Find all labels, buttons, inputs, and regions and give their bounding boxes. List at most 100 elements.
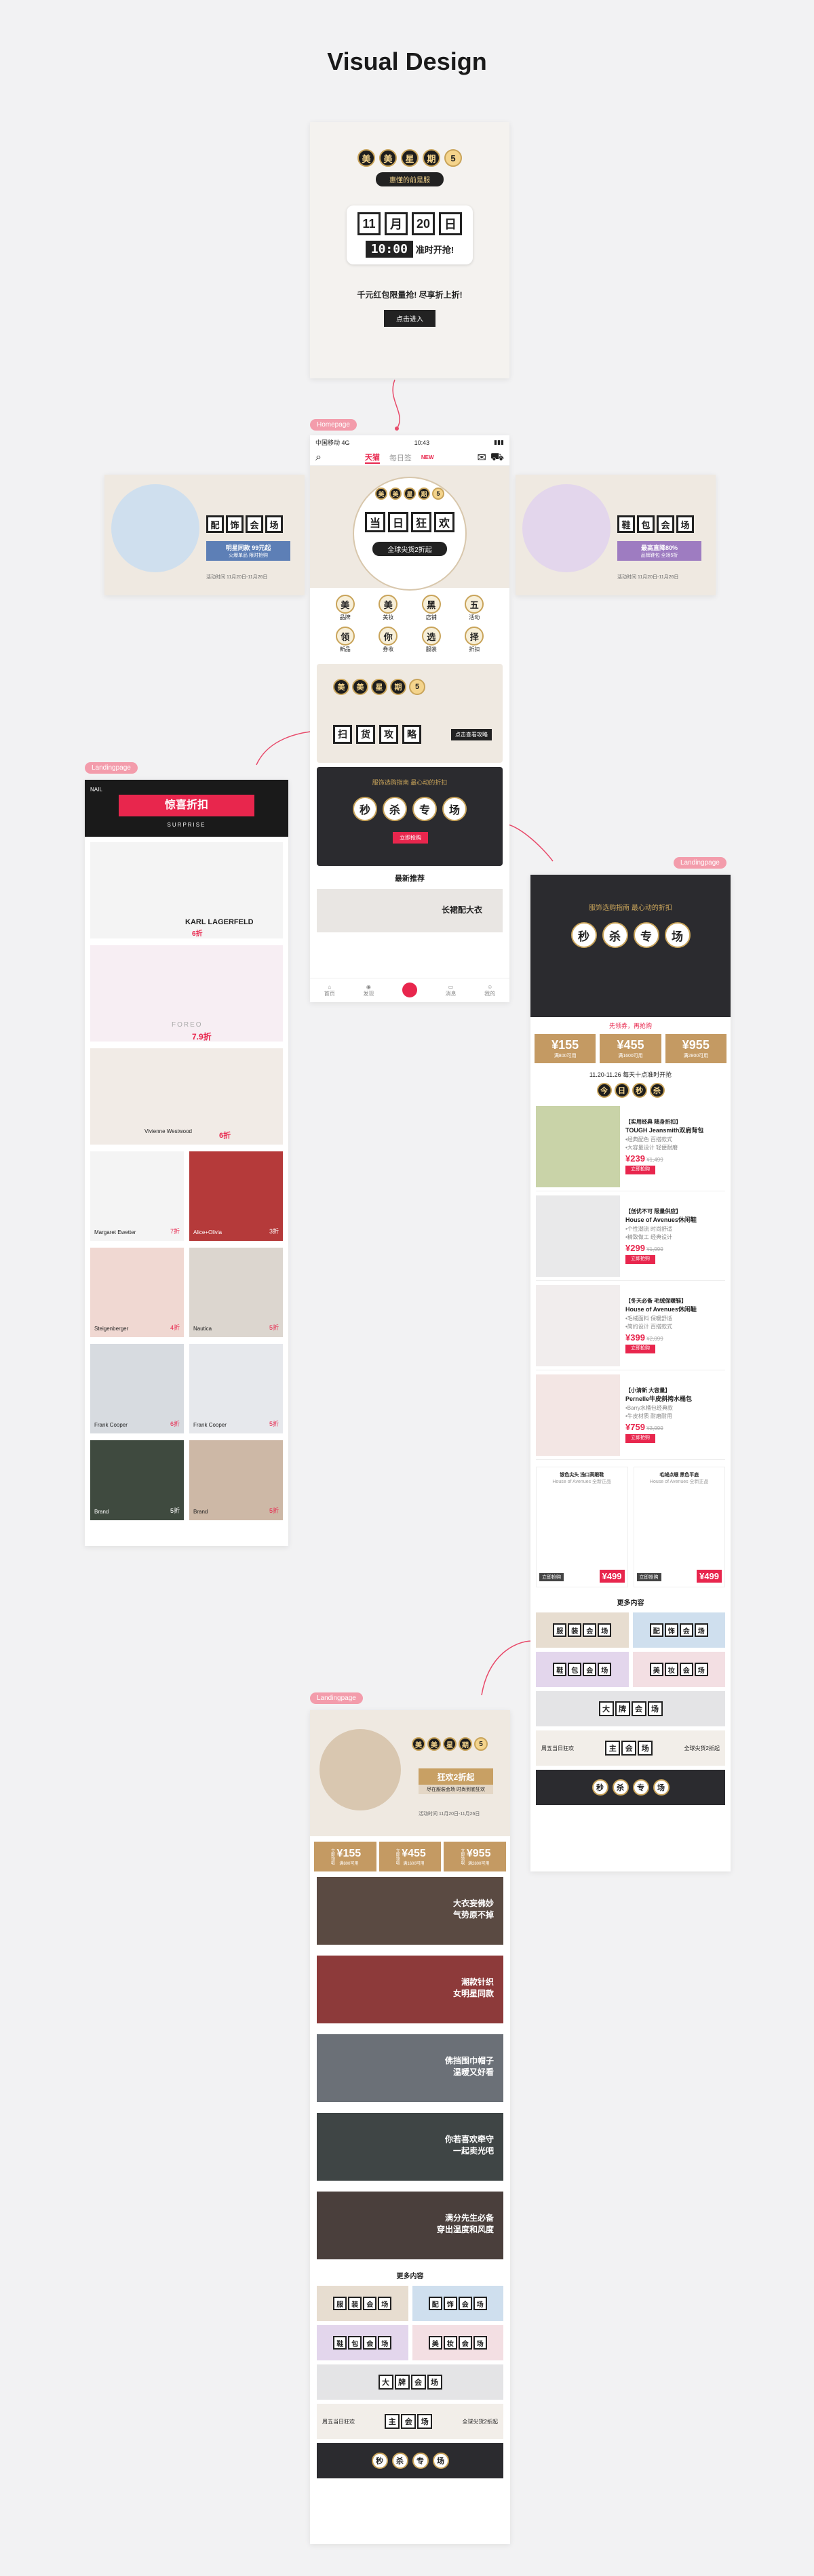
tab-daily[interactable]: 每日签 bbox=[389, 452, 412, 463]
coin: 5 bbox=[444, 149, 462, 167]
search-icon[interactable]: ⌕ bbox=[315, 452, 322, 464]
home-grid: 美品牌 美美妆 黑店铺 五活动 领新品 你券收 选服装 择折扣 bbox=[310, 588, 509, 660]
buy-button[interactable]: 立即抢购 bbox=[539, 1573, 564, 1581]
strategy-button[interactable]: 点击查看攻略 bbox=[451, 729, 492, 740]
brand-card[interactable]: Frank Cooper 6折 bbox=[90, 1344, 184, 1433]
coupon-row: ¥155 满800可用 ¥455 满1600可用 ¥955 满2800可用 bbox=[530, 1030, 731, 1067]
carrier: 中国移动 4G bbox=[315, 439, 350, 446]
nav-message[interactable]: ▭ 消息 bbox=[446, 984, 457, 997]
venue-card[interactable]: 鞋包会场 bbox=[317, 2325, 408, 2360]
feature-card[interactable]: 你若喜欢牵守 一起卖光吧 bbox=[317, 2113, 503, 2181]
cart-icon[interactable]: ⛟ bbox=[490, 451, 504, 464]
grid-item[interactable]: 你券收 bbox=[367, 627, 410, 653]
discount-sub: SURPRISE bbox=[167, 822, 206, 828]
buy-button[interactable]: 立即抢购 bbox=[636, 1573, 661, 1581]
coupon[interactable]: 立即领取 ¥155 满800可用 bbox=[314, 1842, 376, 1871]
coupon[interactable]: 立即领取 ¥955 满2800可用 bbox=[444, 1842, 507, 1871]
discount-header: NAIL 惊喜折扣 SURPRISE bbox=[85, 780, 288, 837]
coin: 秒 bbox=[570, 922, 597, 948]
feature-card[interactable]: 潮款针织 女明星同款 bbox=[317, 1956, 503, 2023]
coin: 杀 bbox=[383, 797, 407, 821]
brand-card[interactable]: Alice+Olivia 3折 bbox=[189, 1151, 283, 1241]
nav-discover[interactable]: ◉ 发现 bbox=[363, 984, 374, 997]
grid-item[interactable]: 五活动 bbox=[453, 595, 497, 621]
nav-me[interactable]: ☺ 我的 bbox=[484, 984, 495, 997]
brand-card[interactable]: Margaret Ewetter 7折 bbox=[90, 1151, 184, 1241]
homepage-tag: Homepage bbox=[310, 419, 357, 431]
accessories-banner[interactable]: 配 饰 会 场 明星同款 99元起 火爆单品 限时抢购 活动时间 11月20日-1… bbox=[104, 475, 305, 595]
product-card[interactable]: 毛绒点缀 黑色平底 House of Avenues 全新正品 ¥499 立即抢… bbox=[633, 1467, 725, 1587]
nav-home[interactable]: ⌂ 首页 bbox=[324, 984, 335, 997]
tile: 略 bbox=[402, 725, 421, 744]
more-grid: 服装会场 配饰会场 鞋包会场 美妆会场 bbox=[536, 1612, 725, 1687]
grid-item[interactable]: 选服装 bbox=[410, 627, 453, 653]
product-item[interactable]: 【冬天必备 毛绒保暖鞋】 House of Avenues休闲鞋 •毛绒面料 保… bbox=[536, 1281, 725, 1370]
venue-card[interactable]: 服装会场 bbox=[317, 2286, 408, 2321]
shoes-bags-banner[interactable]: 鞋 包 会 场 最高直降80% 品牌鞋包 全场5折 活动时间 11月20日-11月… bbox=[516, 475, 716, 595]
feature-card[interactable]: 佛挡围巾帽子 温暖又好看 bbox=[317, 2034, 503, 2102]
venue-card[interactable]: 美妆会场 bbox=[632, 1652, 725, 1687]
coupon-note: 先领券，再抢购 bbox=[608, 1023, 652, 1029]
message-icon[interactable]: ✉ bbox=[477, 451, 486, 464]
buy-button[interactable]: 立即抢购 bbox=[625, 1166, 655, 1174]
brand-card[interactable]: KARL LAGERFELD 6折 bbox=[90, 842, 283, 938]
coupon[interactable]: ¥155 满800可用 bbox=[535, 1034, 596, 1063]
apparel-coupons: 立即领取 ¥155 满800可用 立即领取 ¥455 满1600可用 立即领取 ¥955 满… bbox=[310, 1836, 510, 1877]
brand-card[interactable]: Frank Cooper 5折 bbox=[189, 1344, 283, 1433]
rec-card[interactable]: 长裙配大衣 bbox=[317, 889, 503, 932]
grid-item[interactable]: 黑店铺 bbox=[410, 595, 453, 621]
venue-card[interactable]: 配饰会场 bbox=[412, 2286, 503, 2321]
brand-card[interactable]: Nautica 5折 bbox=[189, 1248, 283, 1337]
coupon[interactable]: 立即领取 ¥455 满1600可用 bbox=[379, 1842, 442, 1871]
feature-card[interactable]: 满分先生必备 穿出温度和风度 bbox=[317, 2192, 503, 2259]
venue-card[interactable]: 大牌会场 bbox=[317, 2364, 503, 2400]
tile: 场 bbox=[676, 515, 694, 533]
venue-card[interactable]: 大牌会场 bbox=[536, 1691, 725, 1726]
coupon[interactable]: ¥455 满1600可用 bbox=[600, 1034, 661, 1063]
buy-button[interactable]: 立即抢购 bbox=[625, 1434, 655, 1443]
status-bar: 中国移动 4G 10:43 ▮▮▮ bbox=[310, 435, 509, 450]
apparel-hero: 美 美 星 期 5 狂欢2折起 尽在服装会场 时尚到底狂欢 活动时间 11月20… bbox=[310, 1710, 510, 1836]
venue-card[interactable]: 周五当日狂欢主会场全球尖货2折起 bbox=[536, 1730, 725, 1766]
brand-card[interactable]: Brand 5折 bbox=[90, 1440, 184, 1520]
coin: 美 bbox=[357, 149, 375, 167]
hero-tile: 狂 bbox=[411, 512, 431, 532]
flash-sale-banner[interactable]: 服饰选购指南 最心动的折扣 秒 杀 专 场 立即抢购 bbox=[317, 767, 503, 866]
venue-card[interactable]: 周五当日狂欢主会场全球尖货2折起 bbox=[317, 2404, 503, 2439]
grid-item[interactable]: 领新品 bbox=[324, 627, 367, 653]
product-item[interactable]: 【实用经典 随身折扣】 TOUGH Jeansmith双肩背包 •经典配色 百搭… bbox=[536, 1102, 725, 1191]
grid-item[interactable]: 择折扣 bbox=[453, 627, 497, 653]
apparel-badge-sub: 尽在服装会场 时尚到底狂欢 bbox=[419, 1785, 493, 1794]
banner-line: 最高直降80% 品牌鞋包 全场5折 bbox=[617, 541, 701, 561]
product-item[interactable]: 【创优不可 限量供应】 House of Avenues休闲鞋 •个性潮流 时尚… bbox=[536, 1191, 725, 1281]
coupon[interactable]: ¥955 满2800可用 bbox=[665, 1034, 726, 1063]
venue-card[interactable]: 秒 杀 专 场 bbox=[536, 1770, 725, 1805]
venue-card[interactable]: 服装会场 bbox=[536, 1612, 629, 1648]
home-hero[interactable]: 美 美 星 期 5 当 日 狂 欢 全球尖货2折起 bbox=[310, 466, 509, 591]
brand-card[interactable]: Brand 5折 bbox=[189, 1440, 283, 1520]
buy-button[interactable]: 立即抢购 bbox=[625, 1255, 655, 1264]
grid-item[interactable]: 美品牌 bbox=[324, 595, 367, 621]
venue-card[interactable]: 配饰会场 bbox=[632, 1612, 725, 1648]
venue-card[interactable]: 美妆会场 bbox=[412, 2325, 503, 2360]
brand-card[interactable]: Vivienne Westwood 6折 bbox=[90, 1048, 283, 1145]
product-card[interactable]: 银色尖头 浅口高跟鞋 House of Avenues 全新正品 ¥499 立即… bbox=[536, 1467, 628, 1587]
brand-card[interactable]: FOREO 7.9折 bbox=[90, 945, 283, 1042]
feature-card[interactable]: 大衣妄佛妙 气势原不掉 bbox=[317, 1877, 503, 1945]
brand-card[interactable]: Steigenberger 4折 bbox=[90, 1248, 184, 1337]
date-tile: 日 bbox=[439, 212, 462, 235]
product-list: 【实用经典 随身折扣】 TOUGH Jeansmith双肩背包 •经典配色 百搭… bbox=[530, 1102, 731, 1805]
grid-item[interactable]: 美美妆 bbox=[367, 595, 410, 621]
enter-button[interactable]: 点击进入 bbox=[384, 310, 435, 327]
user-icon: ☺ bbox=[487, 983, 493, 990]
tab-tmall[interactable]: 天猫 bbox=[364, 452, 380, 464]
buy-button[interactable]: 立即抢购 bbox=[625, 1345, 655, 1353]
coin: 期 bbox=[418, 488, 430, 500]
flash-buy-button[interactable]: 立即抢购 bbox=[393, 832, 428, 844]
product-item[interactable]: 【小清新 大容量】 Pernelle牛皮斜挎水桶包 •Barry水桶包经典款 •… bbox=[536, 1370, 725, 1460]
venue-card[interactable]: 秒 杀 专 场 bbox=[317, 2443, 503, 2478]
venue-card[interactable]: 鞋包会场 bbox=[536, 1652, 629, 1687]
banner-date: 活动时间 11月20日-11月26日 bbox=[206, 575, 268, 580]
nav-center[interactable] bbox=[402, 982, 417, 999]
strategy-banner[interactable]: 美 美 星 期 5 扫 货 攻 略 点击查看攻略 bbox=[317, 664, 503, 763]
